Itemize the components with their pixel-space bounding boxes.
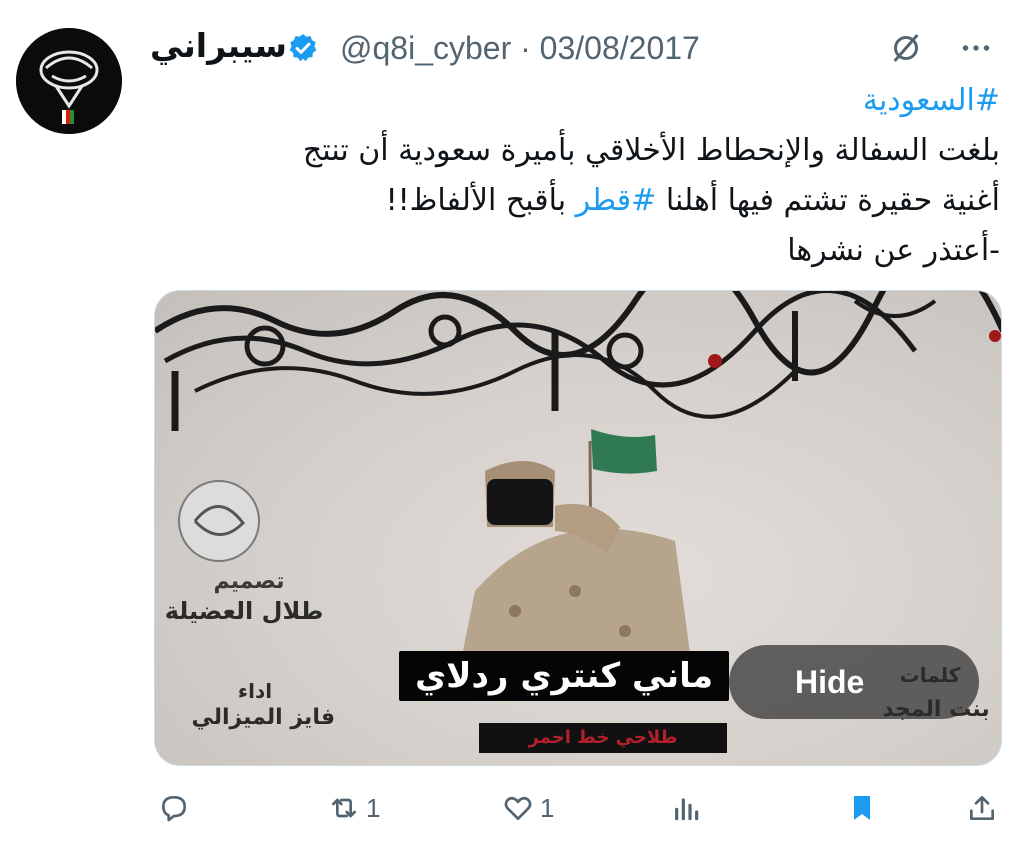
reply-button[interactable] (158, 788, 190, 828)
tweet-media[interactable]: تصميم طلال العضيلة اداء فايز الميزالي ما… (154, 290, 1002, 766)
tweet-text-line: -أعتذر عن نشرها (787, 233, 1000, 268)
tweet-text-line: بلغت السفالة والإنحطاط الأخلاقي بأميرة س… (302, 133, 1000, 168)
verified-badge-icon (289, 34, 317, 62)
credit-design-title: تصميم (213, 569, 285, 594)
tweet-text-line: أغنية حقيرة تشتم فيها أهلنا #قطر بأقبح ا… (150, 176, 1000, 226)
like-count: 1 (540, 792, 555, 823)
credit-design-name: طلال العضيلة (164, 597, 324, 625)
views-button[interactable] (670, 788, 702, 828)
tweet-text-fragment: أغنية حقيرة تشتم فيها أهلنا (656, 183, 1000, 218)
tweet-date[interactable]: 03/08/2017 (540, 30, 700, 66)
heart-icon (504, 796, 532, 820)
like-button[interactable]: 1 (502, 788, 554, 828)
hashtag-saudi[interactable]: #السعودية (150, 76, 1000, 126)
song-subtitle: طلاحي خط احمر (479, 723, 727, 753)
retweet-count: 1 (366, 792, 381, 823)
tweet-actions: 1 1 (150, 780, 1000, 836)
grok-icon[interactable] (888, 30, 924, 66)
credit-lyrics-name: بنت المجد (882, 697, 990, 722)
author-handle-date[interactable]: @q8i_cyber · 03/08/2017 (340, 30, 700, 67)
credit-performance-title: اداء (237, 679, 273, 703)
tweet-text: #السعودية بلغت السفالة والإنحطاط الأخلاق… (150, 76, 1000, 276)
author-handle[interactable]: @q8i_cyber (340, 30, 511, 66)
kuwait-emblem-icon (16, 28, 122, 134)
more-options-icon[interactable] (958, 30, 994, 66)
reply-icon (162, 796, 186, 822)
analytics-icon (675, 798, 699, 821)
share-icon (970, 796, 994, 820)
bookmark-icon (854, 796, 870, 820)
avatar[interactable] (16, 28, 122, 134)
tweet-text-fragment: بأقبح الألفاظ!! (385, 183, 576, 218)
retweet-icon (332, 798, 356, 818)
credit-performance-name: فايز الميزالي (191, 705, 335, 730)
song-title: ماني كنتري ردلاي (399, 651, 729, 701)
author-display-name[interactable]: سيبراني (150, 26, 287, 65)
tweet-header: سيبراني @q8i_cyber · 03/08/2017 (140, 20, 1000, 70)
hashtag-qatar[interactable]: #قطر (576, 183, 657, 218)
bookmark-button[interactable] (846, 788, 878, 828)
retweet-button[interactable]: 1 (328, 788, 380, 828)
credit-lyrics-title: كلمات (899, 663, 961, 687)
share-button[interactable] (966, 788, 998, 828)
